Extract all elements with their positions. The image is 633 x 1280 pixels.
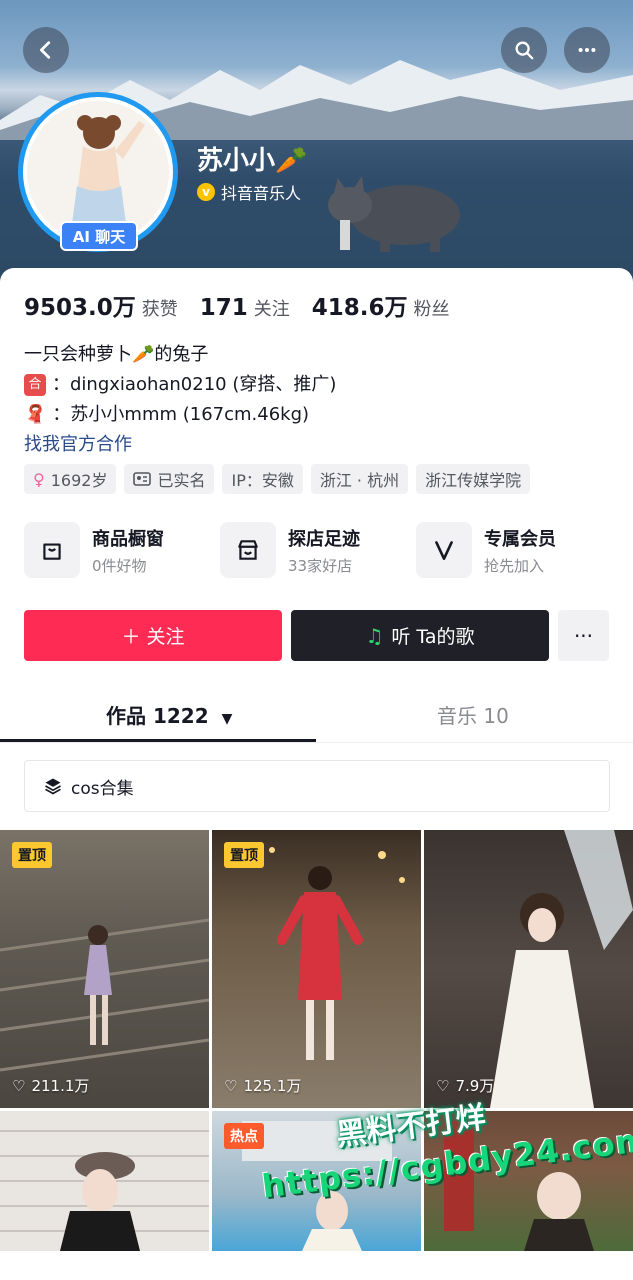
bio-text: ：苏小小mmm (167cm.46kg) [52, 404, 310, 425]
verified-label: v 抖音音乐人 [197, 180, 301, 204]
service-membership[interactable]: 专属会员 抢先加入 [416, 522, 594, 578]
video-thumbnail [0, 918, 209, 1072]
more-button[interactable] [564, 27, 610, 73]
female-icon: ♀ [33, 469, 45, 489]
verified-text: 抖音音乐人 [221, 184, 302, 203]
ip-chip: IP：安徽 [222, 464, 303, 494]
bio-line-3: 🧣 ：苏小小mmm (167cm.46kg) [24, 400, 336, 430]
shopping-bag-icon [24, 522, 80, 578]
video-thumbnail [490, 830, 633, 1108]
verified-icon: v [197, 183, 215, 201]
location-chip[interactable]: 浙江 · 杭州 [310, 464, 409, 494]
video-tile[interactable] [0, 1111, 209, 1251]
video-tile[interactable]: 置顶 ♡ 211.1万 [0, 830, 209, 1108]
follow-button[interactable]: ＋ 关注 [24, 610, 282, 661]
service-store-visits[interactable]: 探店足迹 33家好店 [220, 522, 398, 578]
bio-line-1: 一只会种萝卜🥕的兔子 [24, 344, 209, 365]
pinned-badge: 置顶 [12, 842, 52, 868]
service-title: 探店足迹 [288, 528, 360, 550]
school-chip[interactable]: 浙江传媒学院 [416, 464, 531, 494]
stat-label: 关注 [253, 299, 290, 320]
v-member-icon [416, 522, 472, 578]
official-collab-link[interactable]: 找我官方合作 [24, 430, 336, 460]
like-count: ♡ 211.1万 [12, 1075, 89, 1096]
search-button[interactable] [501, 27, 547, 73]
bio-text: ：dingxiaohan0210 (穿搭、推广) [52, 374, 337, 395]
scarf-icon: 🧣 [24, 404, 47, 425]
info-chips: ♀ 1692岁 已实名 IP：安徽 浙江 · 杭州 浙江传媒学院 [24, 464, 531, 494]
video-tile[interactable]: ♡ 7.9万 [424, 830, 633, 1108]
services-row: 商品橱窗 0件好物 探店足迹 33家好店 专属会员 抢先加入 [24, 522, 633, 578]
service-shop-window[interactable]: 商品橱窗 0件好物 [24, 522, 202, 578]
stat-followers[interactable]: 418.6万 粉丝 [312, 288, 450, 322]
like-value: 211.1万 [31, 1077, 90, 1095]
collab-icon: 合 [24, 374, 46, 396]
cat-image [328, 176, 460, 252]
tab-works-label: 作品 1222 [106, 704, 209, 728]
bio-line-2: 合 ：dingxiaohan0210 (穿搭、推广) [24, 370, 336, 400]
collection-label: cos合集 [71, 778, 134, 799]
service-title: 专属会员 [484, 528, 556, 550]
stats-row: 9503.0万 获赞 171 关注 418.6万 粉丝 [24, 288, 450, 322]
stat-number: 171 [199, 295, 248, 321]
heart-icon: ♡ [224, 1076, 238, 1095]
back-button[interactable] [23, 27, 69, 73]
video-thumbnail [0, 1130, 209, 1251]
content-tabs: 作品 1222 ▼ 音乐 10 [0, 688, 633, 743]
chip-text: 1692岁 [50, 471, 108, 490]
search-icon [515, 41, 534, 60]
video-tile[interactable]: 置顶 ♡ 125.1万 [212, 830, 421, 1108]
tab-works[interactable]: 作品 1222 ▼ [106, 700, 232, 729]
like-count: ♡ 125.1万 [224, 1075, 301, 1096]
profile-name: 苏小小🥕 [197, 146, 308, 176]
like-value: 125.1万 [243, 1077, 302, 1095]
collection-cos[interactable]: cos合集 [24, 760, 610, 812]
action-row: ＋ 关注 ♫ 听 Ta的歌 ··· [24, 610, 609, 661]
heart-icon: ♡ [436, 1076, 450, 1095]
tab-music[interactable]: 音乐 10 [437, 700, 509, 729]
stat-number: 9503.0万 [24, 295, 136, 321]
service-subtitle: 抢先加入 [484, 556, 545, 575]
store-icon [220, 522, 276, 578]
listen-song-button[interactable]: ♫ 听 Ta的歌 [291, 610, 549, 661]
more-actions-button[interactable]: ··· [558, 610, 609, 661]
service-subtitle: 33家好店 [288, 556, 353, 575]
verified-id-chip: 已实名 [124, 464, 215, 494]
caret-down-icon: ▼ [221, 711, 233, 727]
stat-label: 获赞 [141, 299, 178, 320]
service-title: 商品橱窗 [92, 528, 164, 550]
ai-chat-badge[interactable]: AI 聊天 [60, 221, 138, 251]
age-chip: ♀ 1692岁 [24, 464, 117, 494]
bio: 一只会种萝卜🥕的兔子 合 ：dingxiaohan0210 (穿搭、推广) 🧣 … [24, 340, 336, 460]
chip-text: 已实名 [157, 471, 206, 490]
active-tab-indicator [0, 739, 316, 742]
listen-song-label: 听 Ta的歌 [391, 626, 475, 648]
stat-label: 粉丝 [413, 299, 450, 320]
stat-number: 418.6万 [311, 295, 408, 321]
heart-icon: ♡ [12, 1076, 26, 1095]
service-subtitle: 0件好物 [92, 556, 147, 575]
video-thumbnail [238, 847, 405, 1060]
id-card-icon [133, 472, 152, 486]
layers-icon [45, 778, 61, 795]
stat-following[interactable]: 171 关注 [200, 295, 290, 321]
more-dots-icon [578, 47, 596, 53]
music-note-icon: ♫ [365, 623, 384, 648]
chevron-left-icon [40, 41, 51, 59]
stat-likes[interactable]: 9503.0万 获赞 [24, 288, 178, 322]
pinned-badge: 置顶 [224, 842, 264, 868]
